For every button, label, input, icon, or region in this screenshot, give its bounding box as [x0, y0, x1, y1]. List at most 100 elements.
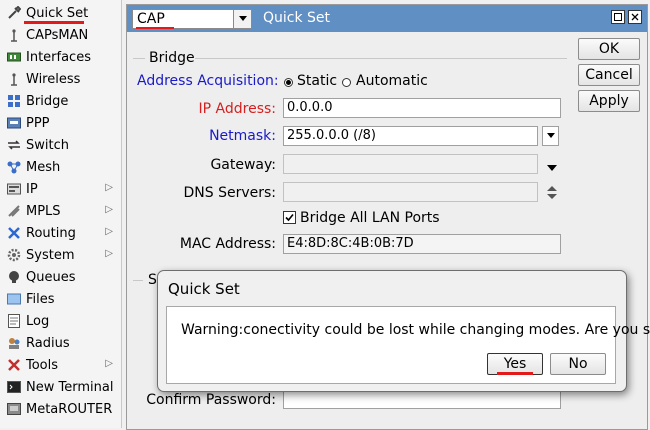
close-icon[interactable] — [628, 10, 642, 24]
sidebar-item-label: Mesh — [26, 159, 61, 175]
tools-icon — [6, 357, 22, 373]
interfaces-icon — [6, 49, 22, 65]
sidebar-item-files[interactable]: Files — [0, 288, 121, 310]
ppp-icon — [6, 115, 22, 131]
routing-icon — [6, 225, 22, 241]
submenu-arrow-icon: ▷ — [105, 226, 113, 237]
log-icon — [6, 313, 22, 329]
mode-underline — [136, 27, 174, 29]
sidebar-item-label: Files — [26, 291, 55, 307]
section-divider — [133, 58, 145, 59]
dns-servers-label: DNS Servers: — [183, 185, 276, 201]
capsman-icon — [6, 27, 22, 43]
apply-button[interactable]: Apply — [578, 90, 640, 112]
sidebar-item-metarouter[interactable]: MetaROUTER — [0, 398, 121, 420]
sidebar-item-label: System — [26, 247, 75, 263]
system-icon — [6, 247, 22, 263]
section-divider — [195, 58, 567, 59]
ip-address-label: IP Address: — [198, 101, 277, 117]
gateway-dropdown-icon[interactable] — [547, 161, 557, 176]
sidebar-item-label: Routing — [26, 225, 76, 241]
sidebar-item-system[interactable]: System ▷ — [0, 244, 121, 266]
dialog-message: Warning:conectivity could be lost while … — [181, 322, 650, 338]
gateway-label: Gateway: — [210, 157, 276, 173]
sidebar-item-label: New Terminal — [26, 379, 114, 395]
sidebar-item-bridge[interactable]: Bridge — [0, 90, 121, 112]
mode-select-value: CAP — [137, 11, 165, 27]
wireless-icon — [6, 71, 22, 87]
sidebar-item-log[interactable]: Log — [0, 310, 121, 332]
sidebar-item-label: IP — [26, 181, 38, 197]
switch-icon — [6, 137, 22, 153]
bridge-all-lan-label: Bridge All LAN Ports — [300, 210, 440, 226]
cancel-button[interactable]: Cancel — [578, 64, 640, 86]
sidebar-item-label: PPP — [26, 115, 50, 131]
yes-underline — [497, 372, 533, 375]
sidebar-item-queues[interactable]: Queues — [0, 266, 121, 288]
sidebar-item-label: Wireless — [26, 71, 81, 87]
sidebar-item-switch[interactable]: Switch — [0, 134, 121, 156]
dns-updown-icon[interactable] — [547, 186, 557, 203]
address-acquisition-label: Address Acquisition: — [137, 73, 279, 89]
ip-icon — [6, 181, 22, 197]
window-title: Quick Set — [263, 10, 331, 26]
sidebar-item-mpls[interactable]: MPLS ▷ — [0, 200, 121, 222]
sidebar-item-label: Tools — [26, 357, 59, 373]
no-button[interactable]: No — [550, 353, 606, 375]
sidebar-item-new-terminal[interactable]: New Terminal — [0, 376, 121, 398]
mac-address-label: MAC Address: — [179, 236, 276, 252]
confirm-password-input[interactable] — [283, 389, 561, 409]
files-icon — [6, 291, 22, 307]
mode-select[interactable]: CAP — [132, 9, 252, 29]
window-titlebar: CAP Quick Set — [127, 5, 647, 32]
static-radio-label: Static — [297, 73, 338, 89]
bridge-section-label: Bridge — [149, 50, 195, 66]
terminal-icon — [6, 379, 22, 395]
radius-icon — [6, 335, 22, 351]
netmask-input[interactable]: 255.0.0.0 (/8) — [283, 126, 538, 146]
system-section-label-partial: S — [148, 272, 157, 288]
submenu-arrow-icon: ▷ — [105, 358, 113, 369]
mac-address-field: E4:8D:8C:4B:0B:7D — [283, 234, 561, 254]
submenu-arrow-icon: ▷ — [105, 204, 113, 215]
netmask-dropdown-icon[interactable] — [542, 126, 559, 146]
confirm-password-label: Confirm Password: — [146, 392, 276, 408]
section-divider — [133, 280, 143, 281]
static-radio[interactable] — [284, 78, 293, 87]
sidebar-item-ip[interactable]: IP ▷ — [0, 178, 121, 200]
sidebar-item-label: Quick Set — [26, 5, 89, 21]
gateway-input[interactable] — [283, 154, 538, 174]
sidebar-item-capsman[interactable]: CAPsMAN — [0, 24, 121, 46]
sidebar-item-label: CAPsMAN — [26, 27, 89, 43]
ip-address-input[interactable]: 0.0.0.0 — [283, 98, 561, 118]
mpls-icon — [6, 203, 22, 219]
sidebar-item-label: MPLS — [26, 203, 61, 219]
sidebar-item-routing[interactable]: Routing ▷ — [0, 222, 121, 244]
sidebar-item-interfaces[interactable]: Interfaces — [0, 46, 121, 68]
chevron-down-icon[interactable] — [233, 10, 251, 28]
sidebar-item-wireless[interactable]: Wireless — [0, 68, 121, 90]
mesh-icon — [6, 159, 22, 175]
sidebar-item-ppp[interactable]: PPP — [0, 112, 121, 134]
quick-set-icon — [6, 5, 22, 21]
bridge-all-lan-checkbox[interactable] — [283, 211, 296, 224]
bridge-icon — [6, 93, 22, 109]
sidebar-item-label: Radius — [26, 335, 70, 351]
netmask-label: Netmask: — [209, 128, 276, 144]
submenu-arrow-icon: ▷ — [105, 182, 113, 193]
sidebar-item-radius[interactable]: Radius — [0, 332, 121, 354]
sidebar-item-label: Interfaces — [26, 49, 91, 65]
automatic-radio[interactable] — [342, 78, 351, 87]
sidebar-menu: Quick Set CAPsMAN Interfaces Wireless Br… — [0, 0, 122, 428]
sidebar-item-tools[interactable]: Tools ▷ — [0, 354, 121, 376]
sidebar-item-mesh[interactable]: Mesh — [0, 156, 121, 178]
dialog-body: Warning:conectivity could be lost while … — [166, 306, 650, 384]
dns-servers-input[interactable] — [283, 182, 538, 202]
sidebar-item-label: Bridge — [26, 93, 69, 109]
sidebar-item-label: MetaROUTER — [26, 401, 113, 417]
ok-button[interactable]: OK — [578, 38, 640, 60]
queues-icon — [6, 269, 22, 285]
submenu-arrow-icon: ▷ — [105, 248, 113, 259]
restore-icon[interactable] — [611, 10, 625, 24]
dialog-title: Quick Set — [168, 280, 240, 298]
